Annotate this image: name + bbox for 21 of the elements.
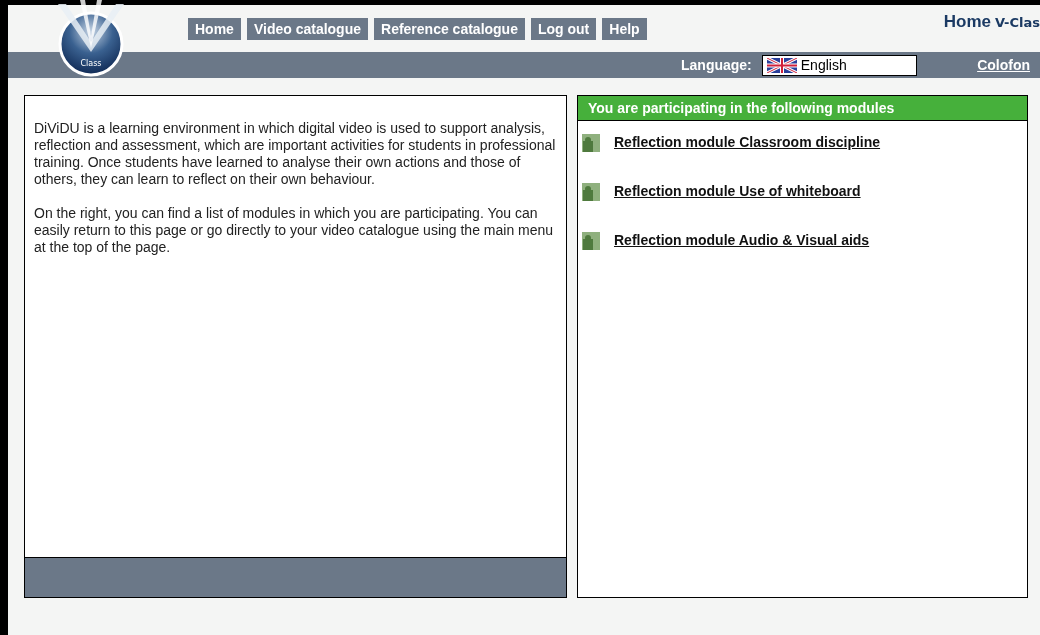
puzzle-icon [582,231,600,250]
intro-paragraph: DiViDU is a learning environment in which digital video is used to support analysis, reflection and assessment, which are important activities for students in professional training. Once students have learned to analyse their own actions and those of others, they can learn to reflect on their own behaviour. [34,120,556,188]
menu-button[interactable]: Home [188,18,241,40]
module-link[interactable]: Reflection module Use of whiteboard [614,181,861,202]
intro-paragraph: On the right, you can find a list of modules in which you are participating. You can easily return to this page or go directly to your video catalogue using the main menu at the top of the page. [34,205,555,256]
language-value: English [800,55,847,75]
brand-name: V-Clas [994,14,1040,32]
puzzle-icon [582,133,600,152]
language-label: Language: [681,55,752,75]
modules-header: You are participating in the following modules [578,96,1027,121]
menu-button[interactable]: Log out [530,18,597,40]
flag-icon [766,57,797,73]
menu-button[interactable]: Reference catalogue [374,18,525,40]
menu-button[interactable]: Help [602,18,647,40]
module-link[interactable]: Reflection module Classroom discipline [614,132,881,153]
colofon-link[interactable]: Colofon [977,54,1030,76]
module-link[interactable]: Reflection module Audio & Visual aids [614,230,870,251]
menu-button[interactable]: Video catalogue [246,18,368,40]
language-select[interactable]: English [761,54,917,76]
puzzle-icon [582,182,600,201]
page-title: Home [943,11,991,33]
